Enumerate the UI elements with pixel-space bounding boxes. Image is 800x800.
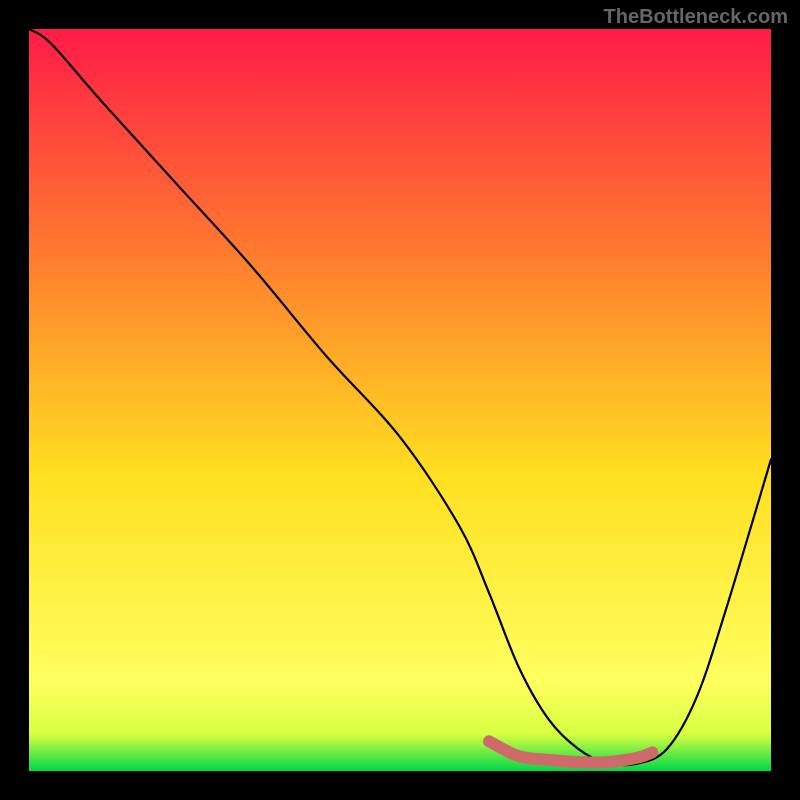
attribution-text: TheBottleneck.com xyxy=(604,6,788,29)
chart-plot-area xyxy=(29,29,771,771)
chart-svg xyxy=(29,29,771,771)
gradient-background xyxy=(29,29,771,771)
